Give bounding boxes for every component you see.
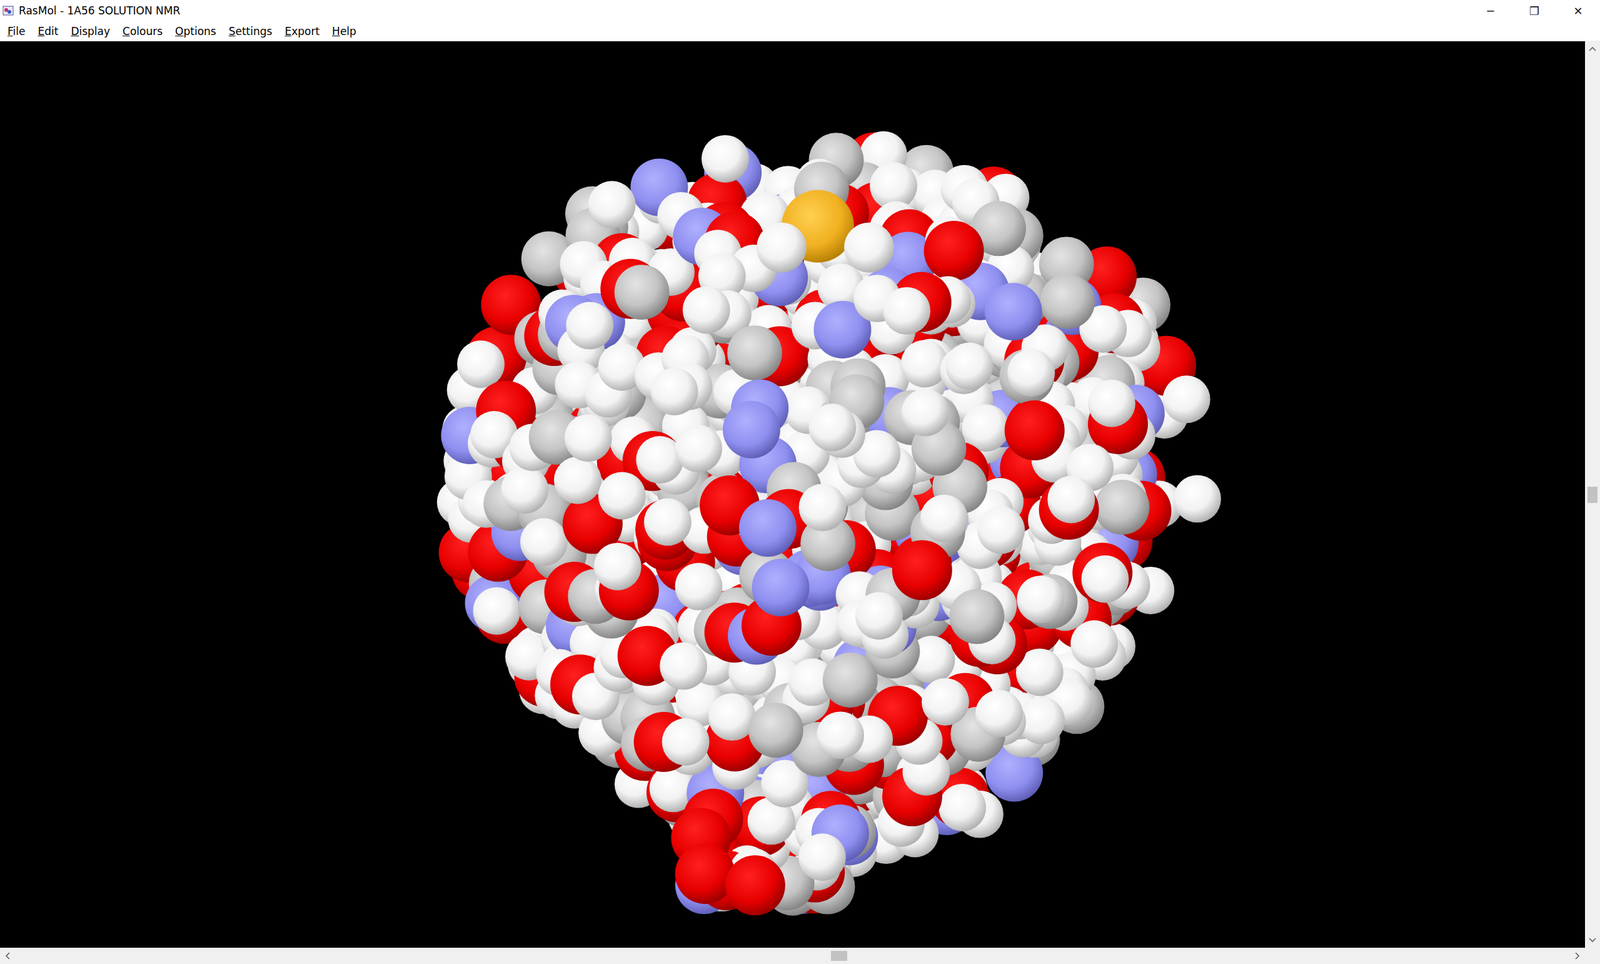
scroll-up-icon[interactable] xyxy=(1584,41,1600,57)
title-bar: RasMol - 1A56 SOLUTION NMR ─❐✕ xyxy=(0,0,1600,22)
molecule-rendering xyxy=(0,41,1585,948)
scroll-left-icon[interactable] xyxy=(0,947,16,964)
window-control-button[interactable]: ❐ xyxy=(1512,0,1557,22)
scroll-thumb[interactable] xyxy=(1587,486,1598,503)
menu-item[interactable]: Settings xyxy=(222,23,279,40)
menu-item[interactable]: File xyxy=(1,23,32,40)
window-title: RasMol - 1A56 SOLUTION NMR xyxy=(18,4,181,17)
window-control-button[interactable]: ─ xyxy=(1468,0,1513,22)
menu-item[interactable]: Colours xyxy=(116,23,169,40)
rasmol-window: RasMol - 1A56 SOLUTION NMR─❐✕FileEditDis… xyxy=(0,0,1600,964)
menu-bar: FileEditDisplayColoursOptionsSettingsExp… xyxy=(0,21,1600,42)
molecule-canvas[interactable] xyxy=(0,41,1585,948)
scroll-thumb[interactable] xyxy=(830,950,848,961)
scrollbar-corner xyxy=(1584,947,1600,964)
vertical-scrollbar[interactable] xyxy=(1584,41,1600,948)
menu-item[interactable]: Display xyxy=(64,23,117,40)
window-control-button[interactable]: ✕ xyxy=(1556,0,1600,22)
menu-item[interactable]: Export xyxy=(278,23,326,40)
scroll-right-icon[interactable] xyxy=(1569,947,1585,964)
horizontal-scrollbar[interactable] xyxy=(0,947,1585,964)
menu-item[interactable]: Help xyxy=(325,23,363,40)
menu-item[interactable]: Options xyxy=(168,23,223,40)
menu-item[interactable]: Edit xyxy=(31,23,65,40)
rasmol-icon xyxy=(2,5,14,17)
scroll-down-icon[interactable] xyxy=(1584,932,1600,948)
